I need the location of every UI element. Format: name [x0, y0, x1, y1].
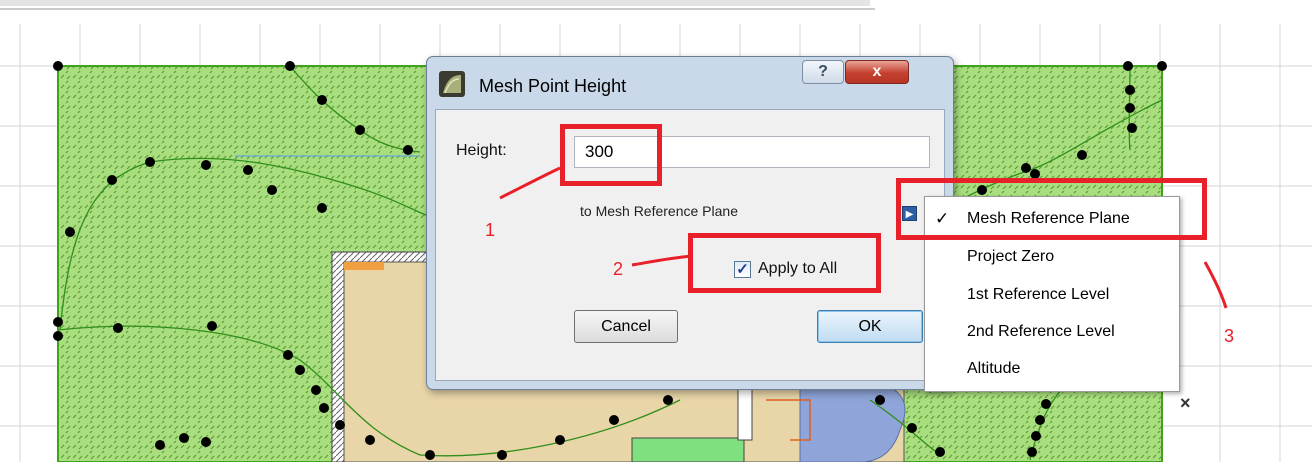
annotation-step-3: 3 [1224, 326, 1235, 346]
annotation-arrows [499, 166, 1228, 309]
annotation-step-1: 1 [485, 220, 496, 240]
annotation-step-2: 2 [613, 259, 624, 279]
